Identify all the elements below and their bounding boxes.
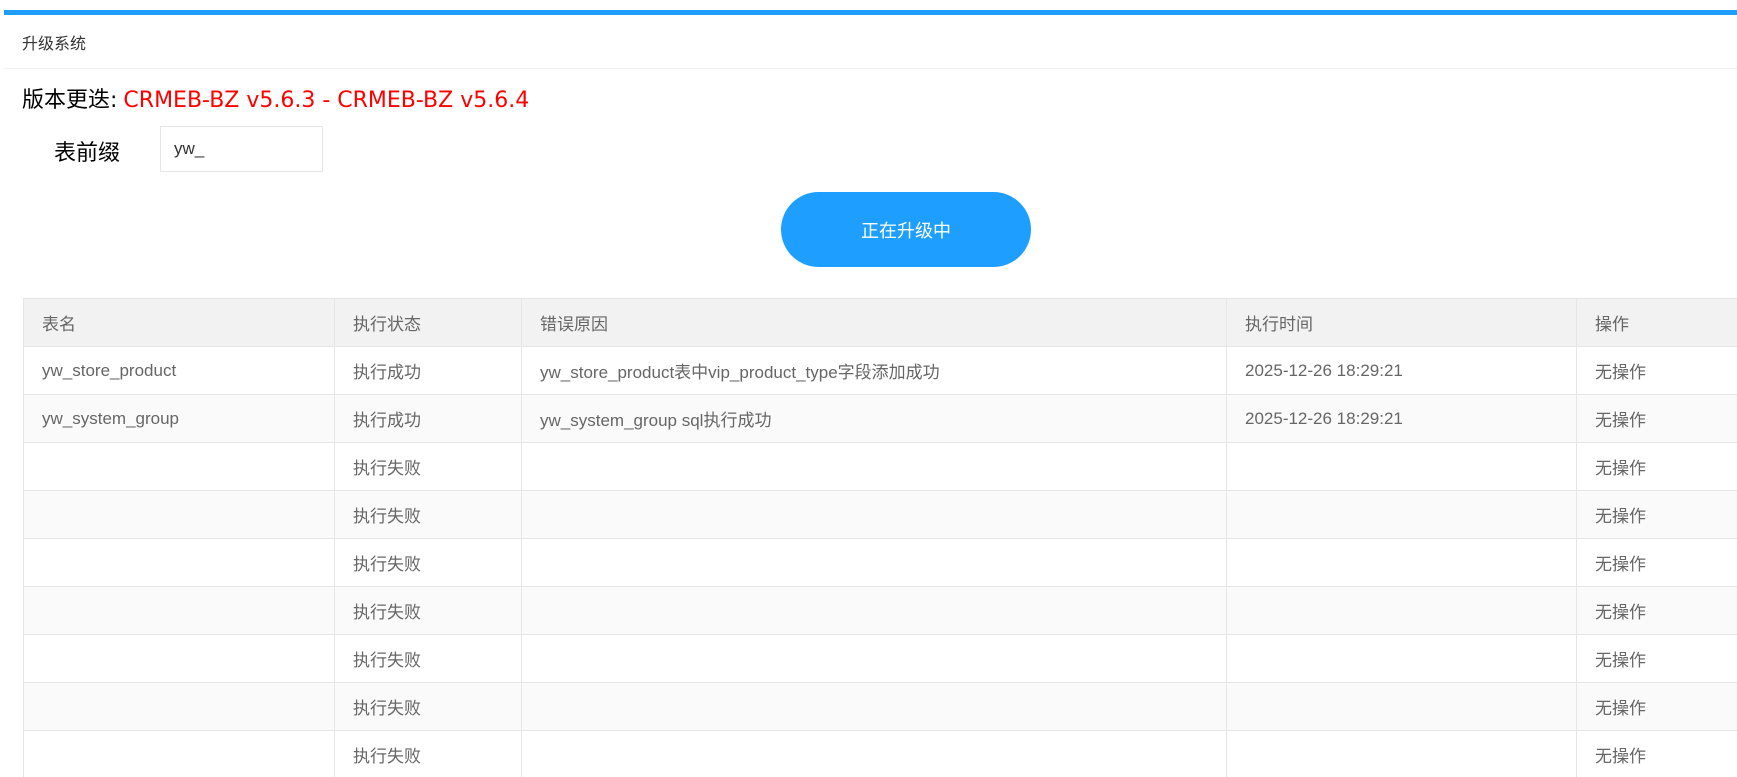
cell-exec-time [1226, 634, 1577, 683]
cell-status: 执行失败 [334, 634, 522, 683]
version-value: CRMEB-BZ v5.6.3 - CRMEB-BZ v5.6.4 [123, 88, 530, 113]
table-row: 执行失败 无操作 [23, 730, 1737, 777]
column-header-table-name: 表名 [23, 298, 335, 347]
cell-status: 执行失败 [334, 586, 522, 635]
cell-error-reason [521, 682, 1227, 731]
cell-error-reason [521, 634, 1227, 683]
cell-status: 执行失败 [334, 538, 522, 587]
cell-error-reason [521, 490, 1227, 539]
cell-status: 执行失败 [334, 442, 522, 491]
cell-action: 无操作 [1576, 538, 1737, 587]
column-header-action: 操作 [1576, 298, 1737, 347]
page-title: 升级系统 [22, 34, 87, 53]
cell-exec-time [1226, 682, 1577, 731]
cell-table-name: yw_store_product [23, 346, 335, 395]
table-row: 执行失败 无操作 [23, 538, 1737, 587]
upgrade-table: 表名 执行状态 错误原因 执行时间 操作 yw_store_product 执行成… [23, 298, 1737, 777]
cell-status: 执行失败 [334, 682, 522, 731]
cell-status: 执行失败 [334, 490, 522, 539]
panel-header: 升级系统 [4, 15, 1737, 69]
cell-error-reason: yw_store_product表中vip_product_type字段添加成功 [521, 346, 1227, 395]
cell-action: 无操作 [1576, 682, 1737, 731]
table-row: yw_store_product 执行成功 yw_store_product表中vi… [23, 346, 1737, 395]
cell-error-reason: yw_system_group sql执行成功 [521, 394, 1227, 443]
table-row: 执行失败 无操作 [23, 586, 1737, 635]
cell-action: 无操作 [1576, 730, 1737, 777]
version-label: 版本更迭: [22, 88, 118, 113]
cell-action: 无操作 [1576, 346, 1737, 395]
cell-action: 无操作 [1576, 442, 1737, 491]
table-row: 执行失败 无操作 [23, 634, 1737, 683]
column-header-error-reason: 错误原因 [521, 298, 1227, 347]
cell-error-reason [521, 538, 1227, 587]
table-header-row: 表名 执行状态 错误原因 执行时间 操作 [23, 298, 1737, 347]
cell-table-name [23, 490, 335, 539]
cell-error-reason [521, 442, 1227, 491]
column-header-exec-time: 执行时间 [1226, 298, 1577, 347]
cell-exec-time [1226, 442, 1577, 491]
cell-exec-time [1226, 586, 1577, 635]
cell-exec-time: 2025-12-26 18:29:21 [1226, 346, 1577, 395]
cell-status: 执行成功 [334, 346, 522, 395]
cell-table-name [23, 730, 335, 777]
cell-table-name [23, 634, 335, 683]
upgrade-table-container: 表名 执行状态 错误原因 执行时间 操作 yw_store_product 执行成… [23, 298, 1737, 777]
table-body: yw_store_product 执行成功 yw_store_product表中vi… [23, 346, 1737, 777]
cell-error-reason [521, 730, 1227, 777]
cell-action: 无操作 [1576, 490, 1737, 539]
cell-exec-time: 2025-12-26 18:29:21 [1226, 394, 1577, 443]
upgrade-page: 升级系统 版本更迭: CRMEB-BZ v5.6.3 - CRMEB-BZ v5.… [0, 0, 1737, 777]
cell-action: 无操作 [1576, 394, 1737, 443]
upgrade-button[interactable]: 正在升级中 [781, 192, 1031, 267]
version-info: 版本更迭: CRMEB-BZ v5.6.3 - CRMEB-BZ v5.6.4 [22, 82, 529, 114]
table-prefix-label: 表前缀 [54, 141, 121, 166]
cell-action: 无操作 [1576, 634, 1737, 683]
cell-status: 执行成功 [334, 394, 522, 443]
table-prefix-input[interactable] [160, 126, 323, 172]
column-header-status: 执行状态 [334, 298, 522, 347]
table-row: 执行失败 无操作 [23, 682, 1737, 731]
cell-table-name: yw_system_group [23, 394, 335, 443]
cell-table-name [23, 442, 335, 491]
cell-status: 执行失败 [334, 730, 522, 777]
cell-exec-time [1226, 538, 1577, 587]
table-row: 执行失败 无操作 [23, 442, 1737, 491]
cell-exec-time [1226, 490, 1577, 539]
cell-exec-time [1226, 730, 1577, 777]
cell-table-name [23, 682, 335, 731]
cell-error-reason [521, 586, 1227, 635]
table-row: yw_system_group 执行成功 yw_system_group sql执行… [23, 394, 1737, 443]
table-row: 执行失败 无操作 [23, 490, 1737, 539]
cell-table-name [23, 586, 335, 635]
cell-action: 无操作 [1576, 586, 1737, 635]
cell-table-name [23, 538, 335, 587]
